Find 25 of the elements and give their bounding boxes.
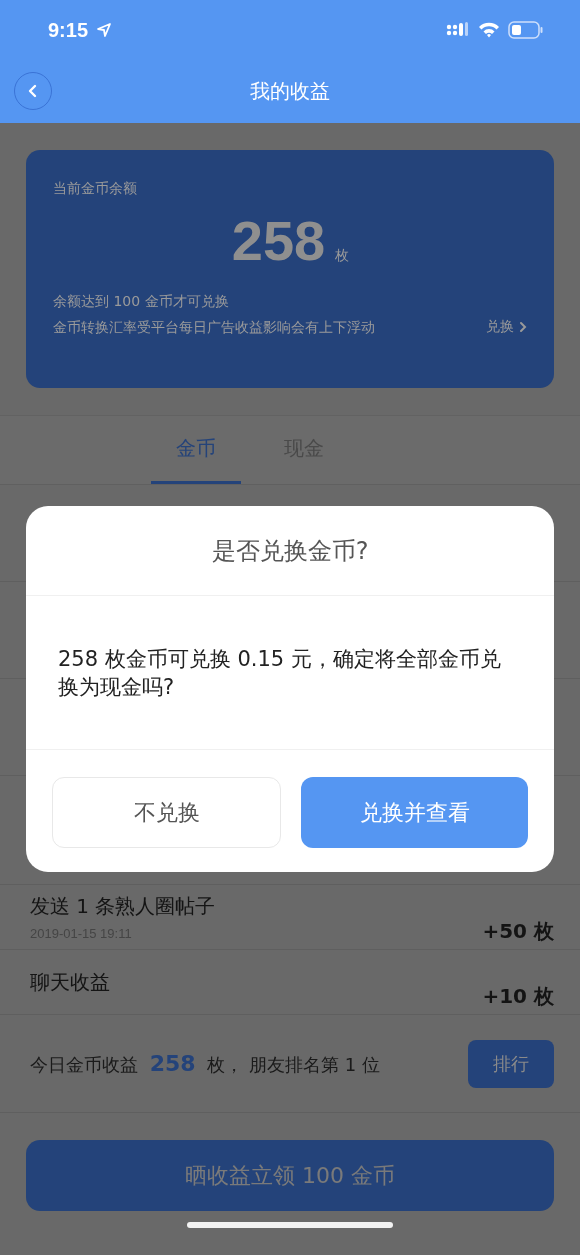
- tab[interactable]: 金币: [151, 416, 241, 484]
- rate-disclaimer: 金币转换汇率受平台每日广告收益影响会有上下浮动: [53, 319, 375, 337]
- record-amount: +10 枚: [482, 983, 554, 1010]
- page-title: 我的收益: [250, 78, 330, 105]
- today-summary: 今日金币收益 258 枚， 朋友排名第 1 位: [30, 1050, 380, 1077]
- balance-note: 余额达到 100 金币才可兑换: [53, 293, 230, 311]
- signal-icon: [446, 22, 470, 38]
- record-title: 聊天收益: [30, 968, 110, 996]
- record-amount: +50 枚: [482, 918, 554, 945]
- balance-amount: 258: [231, 208, 326, 273]
- dialog-title: 是否兑换金币?: [26, 506, 554, 596]
- status-time: 9:15: [48, 18, 89, 42]
- confirm-button[interactable]: 兑换并查看: [301, 777, 528, 848]
- cancel-button[interactable]: 不兑换: [52, 777, 281, 848]
- ranking-button[interactable]: 排行: [468, 1039, 554, 1088]
- location-arrow-icon: [96, 22, 113, 38]
- exchange-link[interactable]: 兑换: [486, 318, 528, 336]
- wifi-icon: [478, 22, 500, 38]
- dialog-message: 258 枚金币可兑换 0.15 元，确定将全部金币兑换为现金吗?: [58, 645, 502, 701]
- balance-label: 当前金币余额: [53, 180, 138, 198]
- chevron-right-icon: [518, 321, 528, 333]
- battery-icon: [508, 21, 544, 39]
- share-button[interactable]: 晒收益立领 100 金币: [26, 1140, 554, 1211]
- balance-unit: 枚: [335, 247, 350, 265]
- record-title: 发送 1 条熟人圈帖子: [30, 893, 216, 920]
